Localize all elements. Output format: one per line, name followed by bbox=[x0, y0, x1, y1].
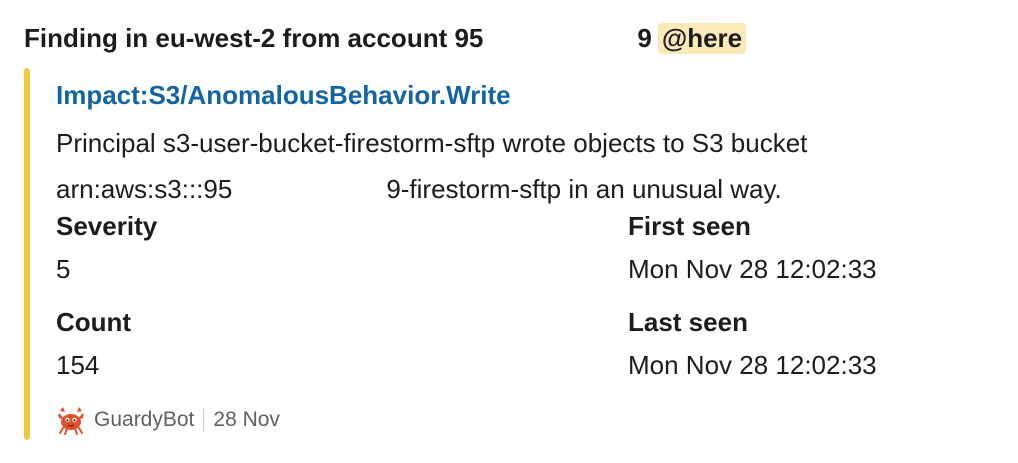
field-last-seen: Last seen Mon Nov 28 12:02:33 bbox=[628, 302, 877, 388]
field-label: Severity bbox=[56, 211, 158, 241]
message-header-suffix: 9 bbox=[637, 22, 652, 53]
field-label: Last seen bbox=[628, 307, 748, 337]
footer-date[interactable]: 28 Nov bbox=[213, 408, 280, 432]
attachment-color-bar bbox=[24, 68, 30, 440]
attachment-footer: GuardyBot 28 Nov bbox=[56, 404, 280, 436]
field-value: 154 bbox=[56, 350, 100, 380]
attachment-title-link[interactable]: Impact:S3/AnomalousBehavior.Write bbox=[56, 80, 511, 111]
message-header-text: Finding in eu-west-2 from account 95 bbox=[24, 22, 484, 53]
bucket-arn-prefix: arn:aws:s3:::95 bbox=[56, 174, 233, 204]
field-first-seen: First seen Mon Nov 28 12:02:33 bbox=[628, 206, 877, 292]
field-value: Mon Nov 28 12:02:33 bbox=[628, 350, 877, 380]
field-count: Count 154 bbox=[56, 302, 131, 388]
here-mention[interactable]: @here bbox=[657, 22, 747, 54]
field-severity: Severity 5 bbox=[56, 206, 157, 292]
field-value: Mon Nov 28 12:02:33 bbox=[628, 254, 877, 284]
bot-name[interactable]: GuardyBot bbox=[94, 408, 194, 432]
crab-bot-icon bbox=[56, 405, 86, 435]
attachment-text: Principal s3-user-bucket-firestorm-sftp … bbox=[56, 120, 807, 212]
bucket-arn-suffix: 9-firestorm-sftp in an unusual way. bbox=[386, 174, 782, 204]
attachment-text-line: Principal s3-user-bucket-firestorm-sftp … bbox=[56, 128, 808, 158]
message-header: Finding in eu-west-2 from account 95 9 @… bbox=[24, 18, 747, 58]
field-label: Count bbox=[56, 307, 132, 337]
field-label: First seen bbox=[628, 211, 751, 241]
field-value: 5 bbox=[56, 254, 71, 284]
footer-separator bbox=[203, 409, 205, 431]
message-attachment: Impact:S3/AnomalousBehavior.Write Princi… bbox=[24, 68, 1014, 440]
